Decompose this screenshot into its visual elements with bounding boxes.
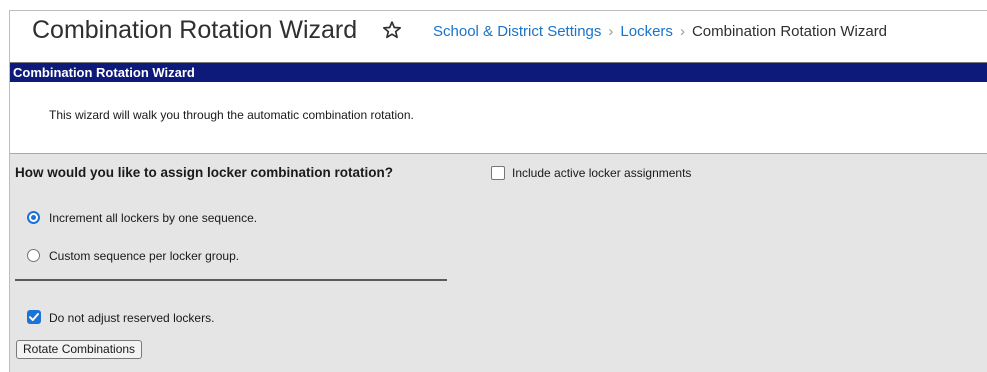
chevron-right-icon: ›	[679, 23, 685, 40]
wizard-header-title: Combination Rotation Wizard	[13, 65, 195, 80]
options-panel: How would you like to assign locker comb…	[10, 154, 987, 372]
increment-all-radio[interactable]	[27, 211, 40, 224]
breadcrumb-current: Combination Rotation Wizard	[691, 23, 888, 40]
include-active-checkbox[interactable]	[491, 166, 505, 180]
intro-text: This wizard will walk you through the au…	[49, 108, 414, 122]
breadcrumb-school-district-settings[interactable]: School & District Settings	[433, 23, 601, 40]
checkmark-icon	[29, 313, 39, 321]
star-icon[interactable]	[382, 20, 402, 40]
rotate-combinations-button[interactable]: Rotate Combinations	[16, 340, 143, 359]
custom-sequence-label: Custom sequence per locker group.	[49, 249, 240, 263]
page-title: Combination Rotation Wizard	[32, 16, 358, 44]
increment-all-label: Increment all lockers by one sequence.	[49, 211, 258, 225]
breadcrumb-lockers[interactable]: Lockers	[620, 23, 673, 40]
wizard-frame: Combination Rotation Wizard School & Dis…	[9, 10, 987, 372]
include-active-label: Include active locker assignments	[512, 166, 692, 180]
rotation-question: How would you like to assign locker comb…	[15, 165, 394, 180]
section-divider	[15, 279, 447, 281]
custom-sequence-radio[interactable]	[27, 249, 40, 262]
chevron-right-icon: ›	[608, 23, 614, 40]
wizard-header-bar: Combination Rotation Wizard	[10, 62, 987, 82]
reserved-lockers-label: Do not adjust reserved lockers.	[49, 311, 215, 325]
reserved-lockers-checkbox[interactable]	[27, 310, 41, 324]
intro-section: This wizard will walk you through the au…	[10, 82, 987, 154]
page-header: Combination Rotation Wizard School & Dis…	[10, 11, 987, 55]
breadcrumb: School & District Settings › Lockers › Combi…	[433, 23, 887, 40]
